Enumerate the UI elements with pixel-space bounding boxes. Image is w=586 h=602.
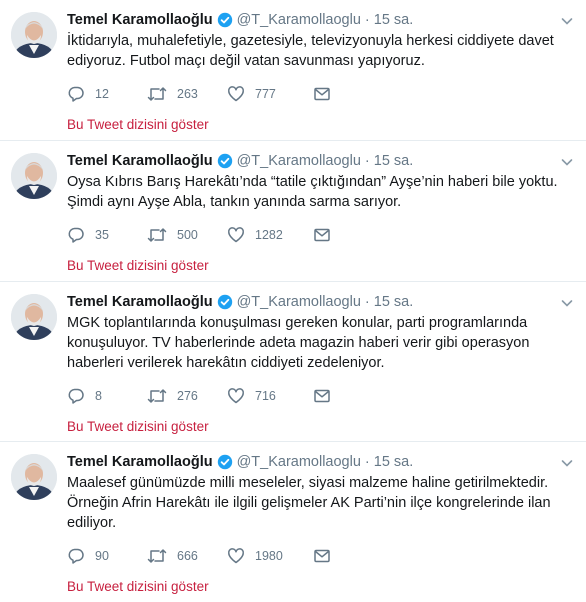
heart-icon bbox=[228, 227, 244, 243]
tweet[interactable]: Temel Karamollaoğlu @T_Karamollaoglu · 1… bbox=[0, 0, 586, 141]
retweet-button[interactable]: 666 bbox=[147, 547, 227, 565]
separator-dot: · bbox=[364, 294, 370, 310]
reply-button[interactable]: 12 bbox=[67, 85, 147, 103]
reply-icon bbox=[68, 388, 84, 404]
direct-message-button[interactable] bbox=[313, 548, 341, 564]
reply-button[interactable]: 35 bbox=[67, 226, 147, 244]
show-thread-link[interactable]: Bu Tweet dizisini göster bbox=[67, 419, 574, 434]
reply-button[interactable]: 8 bbox=[67, 387, 147, 405]
retweet-icon bbox=[147, 389, 167, 403]
direct-message-button[interactable] bbox=[313, 227, 341, 243]
show-thread-link[interactable]: Bu Tweet dizisini göster bbox=[67, 579, 574, 594]
author-handle[interactable]: @T_Karamollaoglu bbox=[237, 294, 361, 310]
avatar[interactable] bbox=[11, 12, 57, 58]
avatar[interactable] bbox=[11, 294, 57, 340]
tweet-text: Maalesef günümüzde milli meseleler, siya… bbox=[67, 475, 551, 531]
avatar-photo bbox=[11, 12, 57, 58]
tweet[interactable]: Temel Karamollaoğlu @T_Karamollaoglu · 1… bbox=[0, 141, 586, 282]
timestamp[interactable]: 15 sa. bbox=[374, 153, 414, 169]
envelope-icon bbox=[314, 87, 330, 101]
show-thread-link[interactable]: Bu Tweet dizisini göster bbox=[67, 258, 574, 273]
timestamp[interactable]: 15 sa. bbox=[374, 454, 414, 470]
tweet-actions: 35 500 1282 bbox=[67, 225, 574, 245]
chevron-down-icon[interactable] bbox=[560, 456, 574, 470]
tweet-actions: 90 666 1980 bbox=[67, 546, 574, 566]
reply-button[interactable]: 90 bbox=[67, 547, 147, 565]
tweet-header: Temel Karamollaoğlu @T_Karamollaoglu · 1… bbox=[67, 151, 574, 171]
chevron-down-icon[interactable] bbox=[560, 14, 574, 28]
retweet-icon bbox=[147, 549, 167, 563]
author-name[interactable]: Temel Karamollaoğlu bbox=[67, 294, 213, 310]
envelope-icon bbox=[314, 549, 330, 563]
author-handle[interactable]: @T_Karamollaoglu bbox=[237, 454, 361, 470]
tweet[interactable]: Temel Karamollaoğlu @T_Karamollaoglu · 1… bbox=[0, 282, 586, 442]
retweet-button[interactable]: 500 bbox=[147, 226, 227, 244]
chevron-down-icon[interactable] bbox=[560, 155, 574, 169]
like-count: 1980 bbox=[255, 549, 283, 563]
like-count: 1282 bbox=[255, 228, 283, 242]
retweet-count: 500 bbox=[177, 228, 198, 242]
envelope-icon bbox=[314, 389, 330, 403]
tweet-header: Temel Karamollaoğlu @T_Karamollaoglu · 1… bbox=[67, 292, 574, 312]
tweet-header: Temel Karamollaoğlu @T_Karamollaoglu · 1… bbox=[67, 452, 574, 472]
author-handle[interactable]: @T_Karamollaoglu bbox=[237, 153, 361, 169]
direct-message-button[interactable] bbox=[313, 388, 341, 404]
avatar-photo bbox=[11, 153, 57, 199]
retweet-button[interactable]: 263 bbox=[147, 85, 227, 103]
author-name[interactable]: Temel Karamollaoğlu bbox=[67, 454, 213, 470]
author-name[interactable]: Temel Karamollaoğlu bbox=[67, 12, 213, 28]
heart-icon bbox=[228, 548, 244, 564]
retweet-count: 666 bbox=[177, 549, 198, 563]
timestamp[interactable]: 15 sa. bbox=[374, 12, 414, 28]
reply-icon bbox=[68, 227, 84, 243]
verified-badge-icon bbox=[217, 12, 233, 28]
tweet-text: MGK toplantılarında konuşulması gereken … bbox=[67, 315, 530, 371]
tweet-actions: 8 276 716 bbox=[67, 386, 574, 406]
avatar-photo bbox=[11, 294, 57, 340]
tweet-text: Oysa Kıbrıs Barış Harekâtı’nda “tatile ç… bbox=[67, 174, 558, 210]
like-button[interactable]: 716 bbox=[227, 387, 313, 405]
show-thread-link[interactable]: Bu Tweet dizisini göster bbox=[67, 117, 574, 132]
retweet-button[interactable]: 276 bbox=[147, 387, 227, 405]
tweet-text: İktidarıyla, muhalefetiyle, gazetesiyle,… bbox=[67, 33, 554, 69]
reply-count: 8 bbox=[95, 389, 102, 403]
avatar[interactable] bbox=[11, 153, 57, 199]
heart-icon bbox=[228, 388, 244, 404]
retweet-count: 276 bbox=[177, 389, 198, 403]
like-button[interactable]: 1282 bbox=[227, 226, 313, 244]
tweet[interactable]: Temel Karamollaoğlu @T_Karamollaoglu · 1… bbox=[0, 442, 586, 602]
avatar[interactable] bbox=[11, 454, 57, 500]
like-count: 777 bbox=[255, 87, 276, 101]
retweet-icon bbox=[147, 87, 167, 101]
retweet-count: 263 bbox=[177, 87, 198, 101]
retweet-icon bbox=[147, 228, 167, 242]
heart-icon bbox=[228, 86, 244, 102]
timeline: Temel Karamollaoğlu @T_Karamollaoglu · 1… bbox=[0, 0, 586, 602]
direct-message-button[interactable] bbox=[313, 86, 341, 102]
separator-dot: · bbox=[364, 153, 370, 169]
tweet-actions: 12 263 777 bbox=[67, 84, 574, 104]
tweet-header: Temel Karamollaoğlu @T_Karamollaoglu · 1… bbox=[67, 10, 574, 30]
reply-icon bbox=[68, 548, 84, 564]
verified-badge-icon bbox=[217, 454, 233, 470]
author-handle[interactable]: @T_Karamollaoglu bbox=[237, 12, 361, 28]
chevron-down-icon[interactable] bbox=[560, 296, 574, 310]
separator-dot: · bbox=[364, 12, 370, 28]
verified-badge-icon bbox=[217, 153, 233, 169]
like-button[interactable]: 777 bbox=[227, 85, 313, 103]
timestamp[interactable]: 15 sa. bbox=[374, 294, 414, 310]
envelope-icon bbox=[314, 228, 330, 242]
author-name[interactable]: Temel Karamollaoğlu bbox=[67, 153, 213, 169]
avatar-photo bbox=[11, 454, 57, 500]
reply-icon bbox=[68, 86, 84, 102]
reply-count: 12 bbox=[95, 87, 109, 101]
like-button[interactable]: 1980 bbox=[227, 547, 313, 565]
reply-count: 90 bbox=[95, 549, 109, 563]
separator-dot: · bbox=[364, 454, 370, 470]
reply-count: 35 bbox=[95, 228, 109, 242]
verified-badge-icon bbox=[217, 294, 233, 310]
like-count: 716 bbox=[255, 389, 276, 403]
